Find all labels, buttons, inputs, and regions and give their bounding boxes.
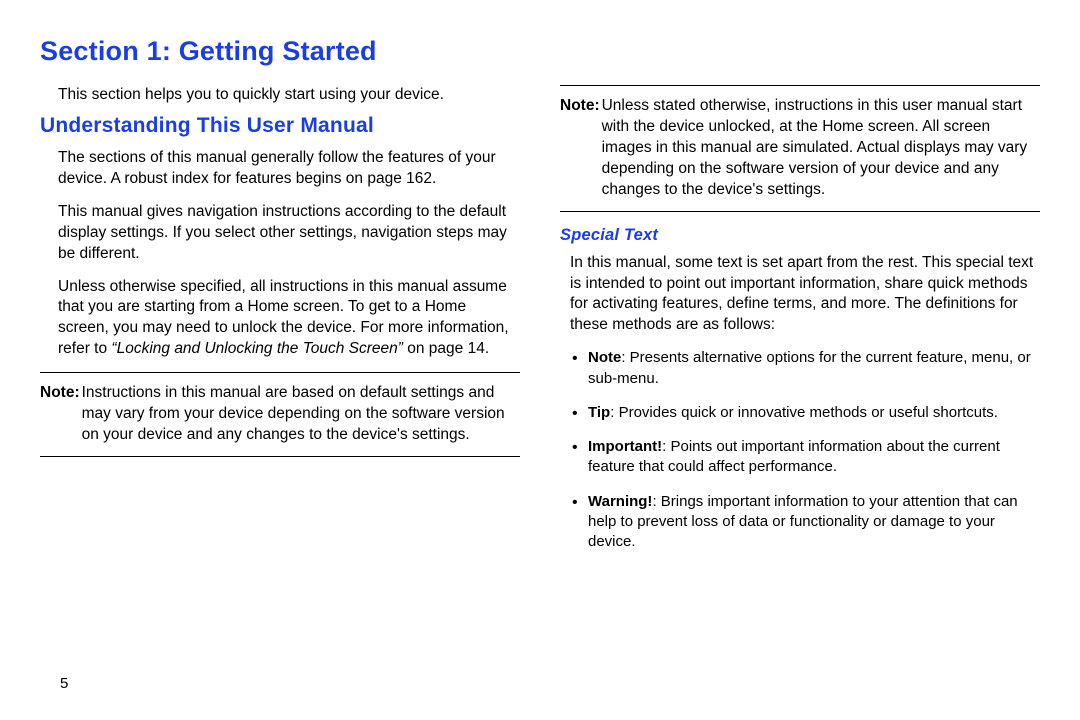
note-text: Unless stated otherwise, instructions in… [602, 96, 1040, 201]
bullet-text: : Presents alternative options for the c… [588, 349, 1031, 386]
bullet-lead: Warning! [588, 493, 652, 510]
bullet-lead: Note [588, 349, 621, 366]
subheading-special-text: Special Text [560, 226, 1040, 245]
subsection-heading: Understanding This User Manual [40, 114, 520, 138]
list-item: Warning!: Brings important information t… [560, 492, 1040, 553]
note-label: Note: [40, 383, 82, 446]
paragraph: This manual gives navigation instruction… [40, 202, 520, 265]
definition-list: Note: Presents alternative options for t… [560, 348, 1040, 552]
cross-reference: “Locking and Unlocking the Touch Screen” [111, 340, 403, 357]
paragraph: In this manual, some text is set apart f… [560, 253, 1040, 337]
note-label: Note: [560, 96, 602, 201]
intro-text: This section helps you to quickly start … [40, 85, 520, 106]
note-callout: Note: Unless stated otherwise, instructi… [560, 85, 1040, 212]
right-column: Note: Unless stated otherwise, instructi… [560, 85, 1040, 566]
section-title: Section 1: Getting Started [40, 36, 1040, 67]
bullet-lead: Tip [588, 404, 610, 421]
note-callout: Note: Instructions in this manual are ba… [40, 372, 520, 457]
left-column: This section helps you to quickly start … [40, 85, 520, 566]
list-item: Note: Presents alternative options for t… [560, 348, 1040, 389]
bullet-lead: Important! [588, 438, 662, 455]
bullet-text: : Provides quick or innovative methods o… [610, 404, 998, 421]
note-text: Instructions in this manual are based on… [82, 383, 520, 446]
two-column-layout: This section helps you to quickly start … [40, 85, 1040, 566]
paragraph: The sections of this manual generally fo… [40, 148, 520, 190]
bullet-text: : Brings important information to your a… [588, 493, 1018, 551]
list-item: Tip: Provides quick or innovative method… [560, 403, 1040, 423]
page-number: 5 [60, 675, 68, 692]
paragraph-part: on page 14. [403, 340, 489, 357]
list-item: Important!: Points out important informa… [560, 437, 1040, 478]
paragraph: Unless otherwise specified, all instruct… [40, 277, 520, 361]
